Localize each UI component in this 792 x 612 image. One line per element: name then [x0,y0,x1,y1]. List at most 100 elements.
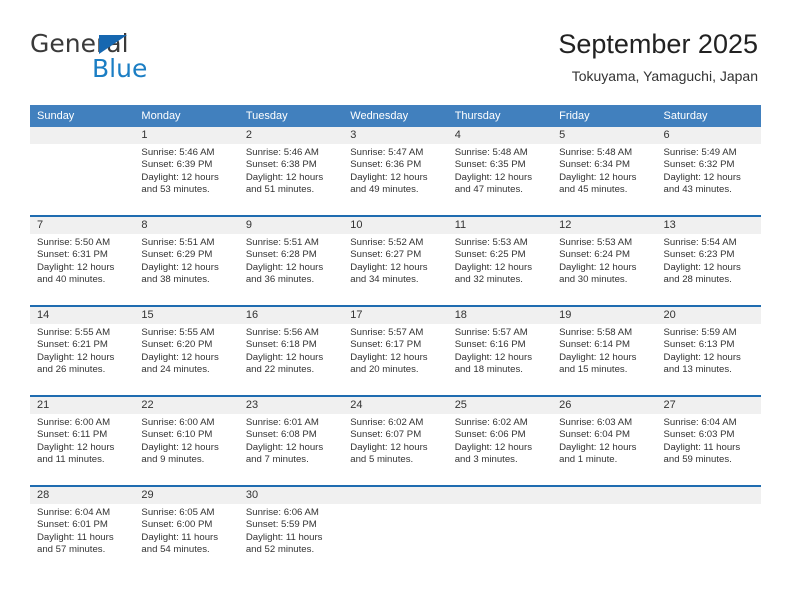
day-sunrise-text: Sunrise: 5:56 AM [245,327,319,338]
day-sunrise-text: Sunrise: 5:48 AM [559,147,633,158]
day-cell[interactable]: 23 Sunrise: 6:01 AM Sunset: 6:08 PM Dayligh… [238,397,344,485]
day-info: Sunrise: 5:48 AM Sunset: 6:35 PM Daylight:… [448,144,552,215]
day-cell[interactable]: 6 Sunrise: 5:49 AM Sunset: 6:32 PM Daylight… [656,127,761,215]
day-cell[interactable]: 18 Sunrise: 5:57 AM Sunset: 6:16 PM Dayligh… [447,307,553,395]
page-title: September 2025 [558,29,758,59]
day-cell[interactable]: 5 Sunrise: 5:48 AM Sunset: 6:34 PM Daylight… [552,127,657,215]
day-number: 6 [656,127,761,144]
day-number [343,487,448,504]
day-sunset-text: Sunset: 6:27 PM [350,249,422,261]
day-daylight1-text: Daylight: 12 hours [141,351,219,363]
day-daylight1-text: Daylight: 12 hours [141,261,219,273]
day-daylight1-text: Daylight: 12 hours [350,171,428,183]
weekday-header-tuesday: Tuesday [245,110,288,122]
day-cell[interactable]: 14 Sunrise: 5:55 AM Sunset: 6:21 PM Dayligh… [30,307,135,395]
day-cell[interactable]: 22 Sunrise: 6:00 AM Sunset: 6:10 PM Dayligh… [134,397,239,485]
day-info: Sunrise: 5:49 AM Sunset: 6:32 PM Daylight:… [657,144,761,215]
day-sunrise-text: Sunrise: 5:46 AM [141,147,215,158]
day-cell[interactable]: 28 Sunrise: 6:04 AM Sunset: 6:01 PM Dayligh… [30,487,135,575]
day-cell[interactable]: 12 Sunrise: 5:53 AM Sunset: 6:24 PM Dayligh… [552,217,657,305]
day-cell[interactable]: 10 Sunrise: 5:52 AM Sunset: 6:27 PM Dayligh… [343,217,448,305]
day-info: Sunrise: 5:57 AM Sunset: 6:16 PM Daylight:… [448,324,552,395]
day-daylight2-text: and 38 minutes. [141,273,210,285]
day-cell[interactable]: 17 Sunrise: 5:57 AM Sunset: 6:17 PM Dayligh… [343,307,448,395]
day-sunset-text: Sunset: 6:31 PM [37,249,108,261]
day-sunset-text: Sunset: 6:00 PM [141,519,213,531]
day-sunrise-text: Sunrise: 6:04 AM [37,507,111,518]
day-cell[interactable]: 9 Sunrise: 5:51 AM Sunset: 6:28 PM Daylight… [238,217,344,305]
day-sunrise-text: Sunrise: 5:58 AM [559,327,633,338]
day-number: 20 [656,307,761,324]
day-daylight1-text: Daylight: 12 hours [454,441,533,453]
day-daylight1-text: Daylight: 12 hours [454,261,533,273]
day-cell[interactable]: 7 Sunrise: 5:50 AM Sunset: 6:31 PM Daylight… [30,217,135,305]
day-cell[interactable]: 2 Sunrise: 5:46 AM Sunset: 6:38 PM Daylight… [238,127,344,215]
day-daylight2-text: and 43 minutes. [663,183,732,195]
day-sunrise-text: Sunrise: 5:59 AM [663,327,737,338]
day-cell[interactable]: 3 Sunrise: 5:47 AM Sunset: 6:36 PM Daylight… [343,127,448,215]
day-daylight2-text: and 18 minutes. [454,363,523,375]
day-number: 9 [238,217,344,234]
day-sunset-text: Sunset: 6:06 PM [454,429,526,441]
day-info: Sunrise: 5:55 AM Sunset: 6:21 PM Daylight:… [30,324,134,395]
day-cell-empty [656,487,761,575]
day-number [552,487,657,504]
day-daylight2-text: and 20 minutes. [350,363,419,375]
day-cell[interactable]: 11 Sunrise: 5:53 AM Sunset: 6:25 PM Dayligh… [447,217,553,305]
day-sunrise-text: Sunrise: 6:01 AM [245,417,319,428]
day-daylight2-text: and 51 minutes. [245,183,315,195]
day-number: 18 [447,307,553,324]
day-cell[interactable]: 25 Sunrise: 6:02 AM Sunset: 6:06 PM Dayligh… [447,397,553,485]
day-sunrise-text: Sunrise: 6:02 AM [350,417,424,428]
day-daylight1-text: Daylight: 11 hours [141,531,219,543]
day-cell[interactable]: 8 Sunrise: 5:51 AM Sunset: 6:29 PM Daylight… [134,217,239,305]
day-sunset-text: Sunset: 6:08 PM [245,429,317,441]
day-info: Sunrise: 5:46 AM Sunset: 6:39 PM Daylight:… [134,144,238,215]
day-cell[interactable]: 24 Sunrise: 6:02 AM Sunset: 6:07 PM Dayligh… [343,397,448,485]
day-number: 22 [134,397,239,414]
day-sunrise-text: Sunrise: 6:05 AM [141,507,215,518]
day-number: 7 [30,217,135,234]
day-sunrise-text: Sunrise: 6:00 AM [141,417,215,428]
day-info: Sunrise: 5:57 AM Sunset: 6:17 PM Daylight:… [343,324,447,395]
day-daylight1-text: Daylight: 12 hours [663,351,741,363]
day-number: 11 [447,217,553,234]
day-sunset-text: Sunset: 6:10 PM [141,429,213,441]
day-cell[interactable]: 16 Sunrise: 5:56 AM Sunset: 6:18 PM Dayligh… [238,307,344,395]
day-number: 5 [552,127,657,144]
day-cell[interactable]: 13 Sunrise: 5:54 AM Sunset: 6:23 PM Dayligh… [656,217,761,305]
day-info: Sunrise: 5:52 AM Sunset: 6:27 PM Daylight:… [343,234,447,305]
day-daylight1-text: Daylight: 12 hours [454,351,533,363]
day-cell[interactable]: 20 Sunrise: 5:59 AM Sunset: 6:13 PM Dayligh… [656,307,761,395]
day-sunset-text: Sunset: 6:16 PM [454,339,526,351]
day-number: 4 [447,127,553,144]
day-sunset-text: Sunset: 6:29 PM [141,249,213,261]
day-daylight1-text: Daylight: 11 hours [245,531,323,543]
day-sunset-text: Sunset: 6:21 PM [37,339,108,351]
day-cell[interactable]: 15 Sunrise: 5:55 AM Sunset: 6:20 PM Dayligh… [134,307,239,395]
day-number: 21 [30,397,135,414]
day-cell[interactable]: 19 Sunrise: 5:58 AM Sunset: 6:14 PM Dayligh… [552,307,657,395]
day-sunset-text: Sunset: 6:17 PM [350,339,422,351]
day-cell[interactable]: 26 Sunrise: 6:03 AM Sunset: 6:04 PM Dayligh… [552,397,657,485]
day-sunset-text: Sunset: 6:35 PM [454,159,526,171]
day-daylight1-text: Daylight: 12 hours [663,261,741,273]
day-number: 29 [134,487,239,504]
day-info: Sunrise: 5:50 AM Sunset: 6:31 PM Daylight:… [30,234,134,305]
day-sunrise-text: Sunrise: 5:47 AM [350,147,424,158]
day-cell[interactable]: 27 Sunrise: 6:04 AM Sunset: 6:03 PM Dayligh… [656,397,761,485]
day-daylight2-text: and 54 minutes. [141,543,210,555]
day-cell[interactable]: 30 Sunrise: 6:06 AM Sunset: 5:59 PM Dayligh… [238,487,344,575]
day-cell[interactable]: 21 Sunrise: 6:00 AM Sunset: 6:11 PM Dayligh… [30,397,135,485]
day-cell[interactable]: 1 Sunrise: 5:46 AM Sunset: 6:39 PM Daylight… [134,127,239,215]
day-daylight2-text: and 15 minutes. [559,363,628,375]
day-cell[interactable]: 29 Sunrise: 6:05 AM Sunset: 6:00 PM Dayligh… [134,487,239,575]
day-info: Sunrise: 5:53 AM Sunset: 6:25 PM Daylight:… [448,234,552,305]
day-info: Sunrise: 6:01 AM Sunset: 6:08 PM Daylight:… [239,414,343,485]
day-sunset-text: Sunset: 6:14 PM [559,339,631,351]
generalblue-logo[interactable]: General Blue [30,30,190,83]
day-cell[interactable]: 4 Sunrise: 5:48 AM Sunset: 6:35 PM Daylight… [447,127,553,215]
day-sunrise-text: Sunrise: 6:06 AM [245,507,319,518]
day-sunset-text: Sunset: 6:24 PM [559,249,631,261]
day-number [656,487,761,504]
